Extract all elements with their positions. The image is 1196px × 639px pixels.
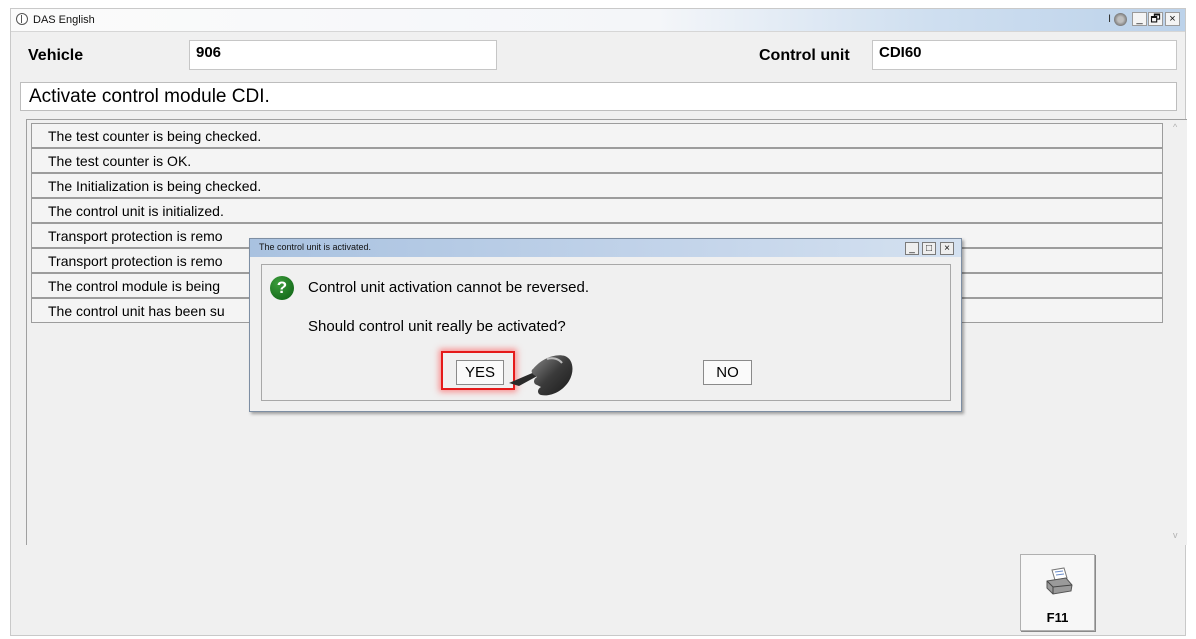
printer-icon [1046,567,1073,595]
dialog-message-question: Should control unit really be activated? [308,318,566,335]
app-title: DAS English [33,14,95,26]
vehicle-field: 906 [189,40,497,70]
yes-button[interactable]: YES [456,360,504,385]
list-item: The test counter is OK. [31,148,1163,173]
control-unit-label: Control unit [759,47,850,64]
dialog-maximize-button[interactable]: □ [922,242,936,255]
title-bar[interactable]: DAS English I _ 🗗 × [11,9,1185,32]
list-item: The test counter is being checked. [31,123,1163,148]
dialog-close-button[interactable]: × [940,242,954,255]
dialog-title-bar[interactable]: The control unit is activated. _ □ × [250,239,961,257]
dialog-message-warning: Control unit activation cannot be revers… [308,279,589,296]
restore-button[interactable]: 🗗 [1148,12,1163,26]
app-logo-icon [16,13,28,25]
no-button[interactable]: NO [703,360,752,385]
dialog-title: The control unit is activated. [259,242,372,252]
scroll-up-icon[interactable]: ^ [1173,122,1177,132]
instruction-text: Activate control module CDI. [20,82,1177,111]
dialog-minimize-button[interactable]: _ [905,242,919,255]
scroll-down-icon[interactable]: v [1173,530,1178,540]
control-unit-field: CDI60 [872,40,1177,70]
minimize-button[interactable]: _ [1132,12,1147,26]
list-item: The Initialization is being checked. [31,173,1163,198]
list-scrollbar[interactable]: ^ v [1169,120,1187,545]
f11-label: F11 [1046,610,1069,625]
question-icon: ? [270,276,294,300]
close-button[interactable]: × [1165,12,1180,26]
confirm-dialog: The control unit is activated. _ □ × ? C… [249,238,962,412]
list-item: The control unit is initialized. [31,198,1163,223]
dialog-body: ? Control unit activation cannot be reve… [261,264,951,401]
title-bar-indicator: I [1107,13,1111,25]
vehicle-label: Vehicle [28,47,84,64]
print-f11-button[interactable]: F11 [1020,554,1095,631]
pointing-hand-icon [509,355,573,396]
settings-gear-icon[interactable] [1114,13,1127,26]
